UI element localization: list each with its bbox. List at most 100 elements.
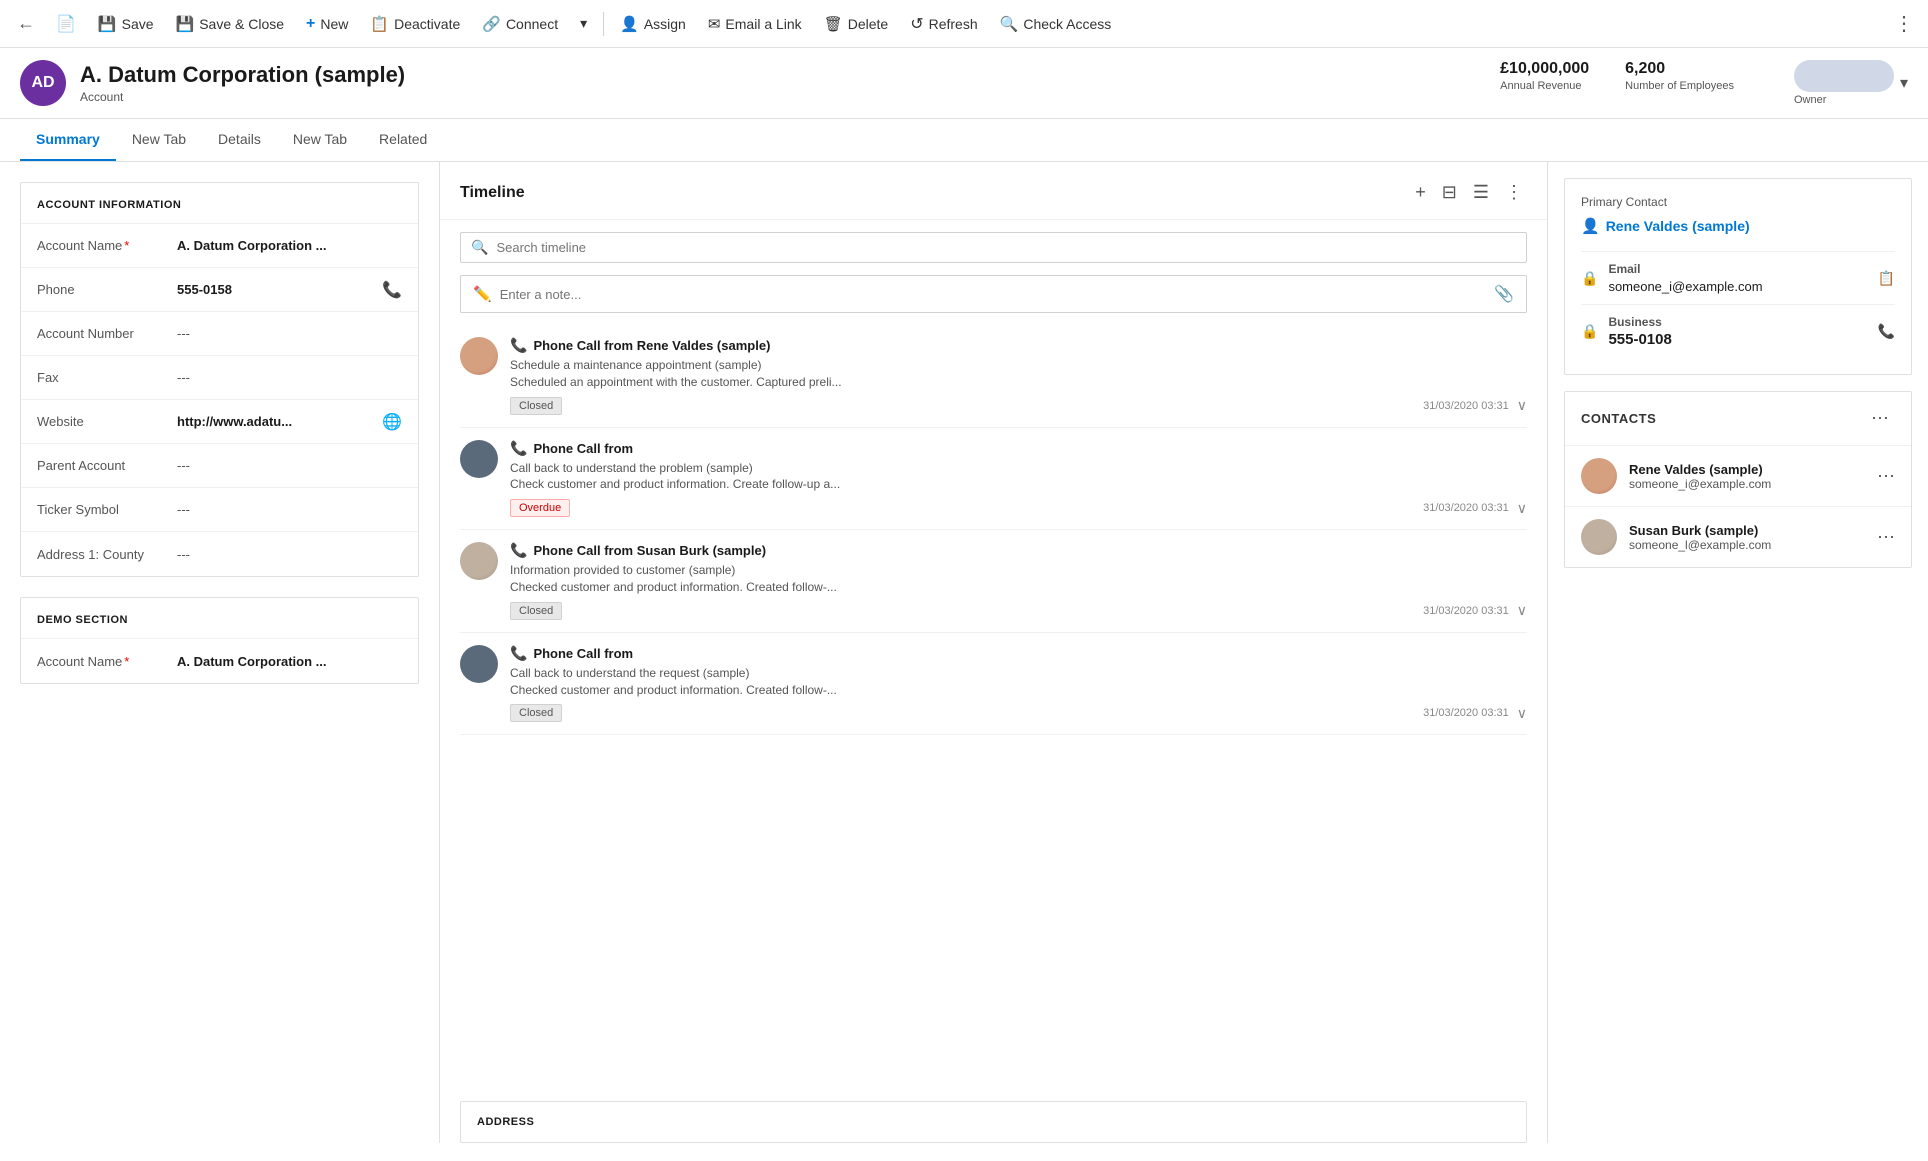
owner-value[interactable] xyxy=(1794,60,1894,92)
timeline-item-content: 📞 Phone Call from Susan Burk (sample) In… xyxy=(510,542,1527,620)
contact-item-more-button[interactable]: ⋯ xyxy=(1877,466,1895,487)
expand-chevron-icon[interactable]: ∨ xyxy=(1517,602,1527,619)
email-link-button[interactable]: ✉ Email a Link xyxy=(698,9,812,39)
expand-chevron-icon[interactable]: ∨ xyxy=(1517,500,1527,517)
account-number-value[interactable]: --- xyxy=(177,326,402,341)
phone-icon[interactable]: 📞 xyxy=(382,280,402,300)
timeline-avatar xyxy=(460,337,498,375)
contact-email: someone_i@example.com xyxy=(1629,477,1865,491)
assign-button[interactable]: 👤 Assign xyxy=(610,9,696,39)
timeline-more-button[interactable]: ⋮ xyxy=(1501,178,1527,207)
owner-chevron-icon[interactable]: ▾ xyxy=(1900,73,1908,93)
phone-value[interactable]: 555-0158 xyxy=(177,282,374,297)
website-value[interactable]: http://www.adatu... xyxy=(177,414,374,429)
contact-name[interactable]: Susan Burk (sample) xyxy=(1629,523,1865,538)
address-county-label: Address 1: County xyxy=(37,547,177,562)
expand-chevron-icon[interactable]: ∨ xyxy=(1517,397,1527,414)
account-number-row: Account Number --- xyxy=(21,312,418,356)
connect-button[interactable]: 🔗 Connect xyxy=(472,9,568,39)
main-content: ACCOUNT INFORMATION Account Name* A. Dat… xyxy=(0,162,1928,1143)
timeline-item-content: 📞 Phone Call from Rene Valdes (sample) S… xyxy=(510,337,1527,415)
connect-label: Connect xyxy=(506,16,558,32)
more-actions-button[interactable]: ⋮ xyxy=(1888,8,1920,40)
check-access-button[interactable]: 🔍 Check Access xyxy=(990,9,1122,39)
timeline-layout-button[interactable]: ☰ xyxy=(1469,178,1493,207)
account-information-title: ACCOUNT INFORMATION xyxy=(21,183,418,224)
deactivate-label: Deactivate xyxy=(394,16,460,32)
website-icon[interactable]: 🌐 xyxy=(382,412,402,432)
email-value: someone_i@example.com xyxy=(1608,279,1762,294)
tab-new-tab-1[interactable]: New Tab xyxy=(116,119,202,161)
lock-icon-2: 🔒 xyxy=(1581,323,1598,340)
account-name-value[interactable]: A. Datum Corporation ... xyxy=(177,238,402,253)
timeline-item-title: 📞 Phone Call from Susan Burk (sample) xyxy=(510,542,1527,559)
save-close-button[interactable]: 💾 Save & Close xyxy=(166,9,295,39)
ticker-symbol-value[interactable]: --- xyxy=(177,502,402,517)
fax-value[interactable]: --- xyxy=(177,370,402,385)
phone-label: Phone xyxy=(37,282,177,297)
ticker-symbol-label: Ticker Symbol xyxy=(37,502,177,517)
timeline-avatar xyxy=(460,440,498,478)
demo-account-name-value[interactable]: A. Datum Corporation ... xyxy=(177,654,402,669)
new-button[interactable]: + New xyxy=(296,9,358,39)
business-value: 555-0108 xyxy=(1608,331,1671,348)
left-panel: ACCOUNT INFORMATION Account Name* A. Dat… xyxy=(0,162,440,1143)
search-icon: 🔍 xyxy=(471,239,488,256)
check-access-label: Check Access xyxy=(1023,16,1111,32)
demo-section-title: Demo Section xyxy=(21,598,418,639)
contacts-section: CONTACTS ⋯ Rene Valdes (sample) someone_… xyxy=(1564,391,1912,568)
fax-row: Fax --- xyxy=(21,356,418,400)
demo-account-name-required: * xyxy=(124,654,129,669)
primary-contact-email-row: 🔒 Email someone_i@example.com 📋 xyxy=(1581,251,1895,304)
note-input[interactable] xyxy=(500,287,1486,302)
tab-details[interactable]: Details xyxy=(202,119,277,161)
record-header: AD A. Datum Corporation (sample) Account… xyxy=(0,48,1928,119)
contacts-header: CONTACTS ⋯ xyxy=(1565,392,1911,446)
more-icon: ⋮ xyxy=(1894,11,1914,36)
primary-contact-name-link[interactable]: 👤 Rene Valdes (sample) xyxy=(1581,217,1895,235)
timeline-item: 📞 Phone Call from Rene Valdes (sample) S… xyxy=(460,325,1527,428)
chevron-down-icon: ▾ xyxy=(580,15,587,32)
primary-contact-section: Primary Contact 👤 Rene Valdes (sample) 🔒… xyxy=(1564,178,1912,375)
connect-chevron-button[interactable]: ▾ xyxy=(570,9,597,38)
address-county-value[interactable]: --- xyxy=(177,547,402,562)
email-label: Email xyxy=(1608,262,1877,276)
demo-account-name-row: Account Name* A. Datum Corporation ... xyxy=(21,639,418,683)
timeline-item-title: 📞 Phone Call from xyxy=(510,440,1527,457)
document-icon-button[interactable]: 📄 xyxy=(46,8,86,40)
parent-account-value[interactable]: --- xyxy=(177,458,402,473)
account-name-row: Account Name* A. Datum Corporation ... xyxy=(21,224,418,268)
header-fields: £10,000,000 Annual Revenue 6,200 Number … xyxy=(1500,60,1908,106)
delete-button[interactable]: 🗑 Delete xyxy=(814,9,899,39)
timeline-list: 📞 Phone Call from Rene Valdes (sample) S… xyxy=(440,325,1547,1101)
expand-chevron-icon[interactable]: ∨ xyxy=(1517,705,1527,722)
deactivate-icon: 📋 xyxy=(370,15,389,33)
tab-related[interactable]: Related xyxy=(363,119,443,161)
assign-icon: 👤 xyxy=(620,15,639,33)
tab-new-tab-2[interactable]: New Tab xyxy=(277,119,363,161)
save-button[interactable]: 💾 Save xyxy=(88,9,164,39)
middle-panel: Timeline + ⊟ ☰ ⋮ 🔍 ✏️ 📎 📞 xyxy=(440,162,1548,1143)
back-button[interactable]: ← xyxy=(8,6,44,42)
record-title: A. Datum Corporation (sample) xyxy=(80,62,1500,88)
timeline-item-footer: Closed 31/03/2020 03:31 ∨ xyxy=(510,397,1527,415)
timeline-filter-button[interactable]: ⊟ xyxy=(1438,178,1461,207)
deactivate-button[interactable]: 📋 Deactivate xyxy=(360,9,470,39)
phone-call-icon: 📞 xyxy=(510,542,527,559)
primary-contact-name: Rene Valdes (sample) xyxy=(1606,218,1750,234)
search-input[interactable] xyxy=(496,240,1516,255)
employees-label: Number of Employees xyxy=(1625,80,1734,92)
assign-label: Assign xyxy=(644,16,686,32)
refresh-button[interactable]: ↺ Refresh xyxy=(900,8,987,40)
contact-item-more-button[interactable]: ⋯ xyxy=(1877,527,1895,548)
phone-dial-icon[interactable]: 📞 xyxy=(1878,323,1895,340)
status-badge: Closed xyxy=(510,397,562,415)
contact-name[interactable]: Rene Valdes (sample) xyxy=(1629,462,1865,477)
edit-icon[interactable]: 📋 xyxy=(1878,270,1895,287)
tab-summary[interactable]: Summary xyxy=(20,119,116,161)
attach-icon[interactable]: 📎 xyxy=(1494,284,1514,304)
annual-revenue-field: £10,000,000 Annual Revenue xyxy=(1500,60,1589,92)
contacts-more-button[interactable]: ⋯ xyxy=(1865,406,1895,431)
timeline-add-button[interactable]: + xyxy=(1411,178,1430,207)
note-input-row: ✏️ 📎 xyxy=(460,275,1527,313)
